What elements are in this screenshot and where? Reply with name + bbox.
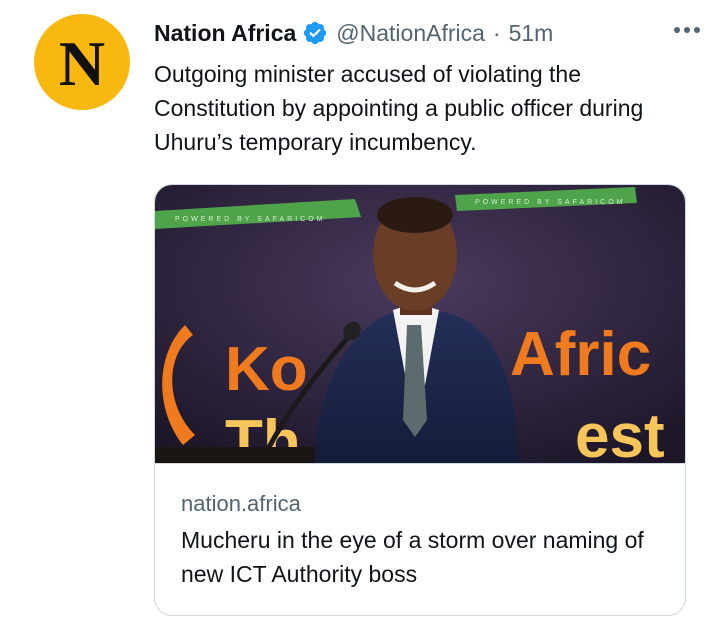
tweet[interactable]: N Nation Africa @NationAfrica · 51m Outg… — [0, 0, 720, 640]
card-divider — [155, 463, 685, 464]
article-photo: POWERED BY SAFARICOM POWERED BY SAFARICO… — [155, 185, 685, 463]
link-preview-card[interactable]: POWERED BY SAFARICOM POWERED BY SAFARICO… — [154, 184, 686, 616]
svg-text:Afric: Afric — [510, 320, 651, 389]
separator-dot: · — [492, 19, 501, 46]
timestamp[interactable]: 51m — [509, 20, 554, 47]
tweet-header: Nation Africa @NationAfrica · 51m — [154, 18, 700, 48]
avatar-logo-letter: N — [58, 28, 106, 99]
card-title[interactable]: Mucheru in the eye of a storm over namin… — [181, 523, 661, 591]
tweet-text: Outgoing minister accused of violating t… — [154, 61, 644, 155]
svg-text:est: est — [575, 402, 665, 463]
card-domain: nation.africa — [181, 491, 301, 516]
verified-badge-icon — [304, 21, 327, 45]
avatar[interactable]: N — [34, 14, 130, 110]
svg-text:POWERED BY SAFARICOM: POWERED BY SAFARICOM — [175, 216, 326, 223]
author-handle[interactable]: @NationAfrica — [336, 20, 485, 47]
svg-text:Ko: Ko — [225, 335, 308, 404]
svg-text:POWERED BY SAFARICOM: POWERED BY SAFARICOM — [475, 199, 626, 206]
author-name[interactable]: Nation Africa — [154, 20, 296, 47]
more-horizontal-icon[interactable] — [674, 21, 700, 39]
